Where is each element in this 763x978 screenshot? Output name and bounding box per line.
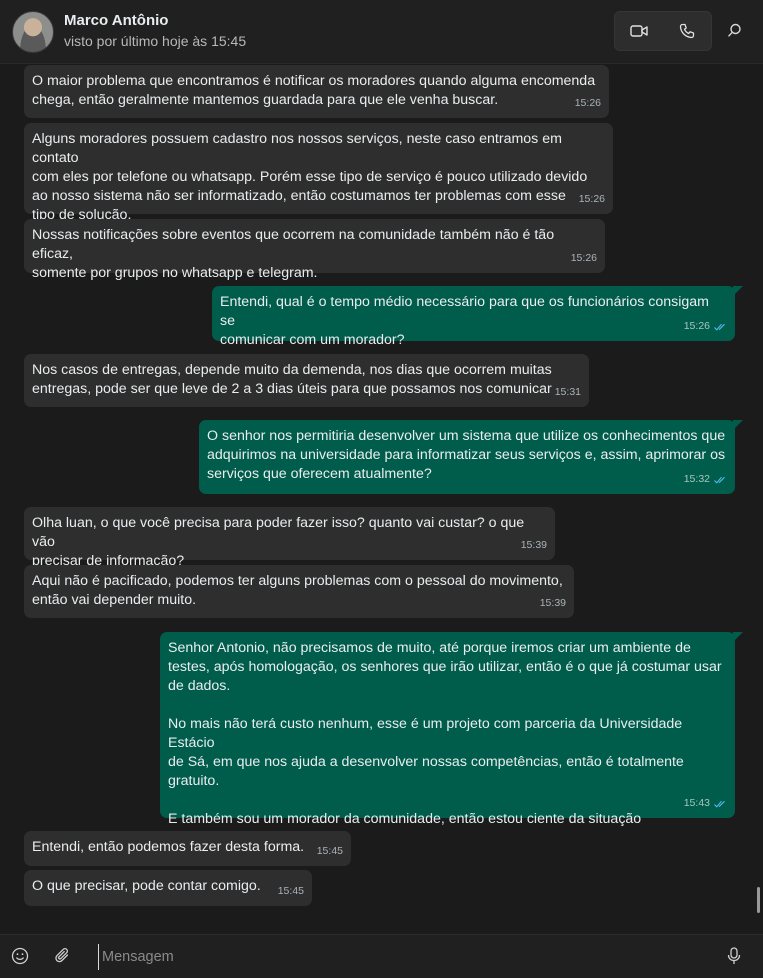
- message-bubble-incoming[interactable]: Alguns moradores possuem cadastro nos no…: [24, 123, 613, 223]
- avatar[interactable]: [12, 11, 54, 53]
- message-text: O senhor nos permitiria desenvolver um s…: [207, 428, 726, 482]
- message-bubble-incoming[interactable]: Olha luan, o que você precisa para poder…: [24, 507, 555, 569]
- message-bubble-incoming[interactable]: Nos casos de entregas, depende muito da …: [24, 354, 589, 407]
- contact-name[interactable]: Marco Antônio: [64, 12, 168, 29]
- search-icon: [727, 23, 742, 38]
- voice-call-button[interactable]: [663, 12, 711, 50]
- paperclip-icon: [54, 947, 72, 965]
- message-text: Senhor Antonio, não precisamos de muito,…: [168, 640, 722, 827]
- contact-status: visto por último hoje às 15:45: [64, 33, 247, 49]
- message-bubble-outgoing[interactable]: O senhor nos permitiria desenvolver um s…: [199, 420, 743, 494]
- message-bubble-outgoing[interactable]: Senhor Antonio, não precisamos de muito,…: [160, 632, 743, 827]
- message-input[interactable]: [98, 944, 704, 970]
- message-time: 15:32: [683, 473, 710, 485]
- voice-call-icon: [679, 23, 695, 39]
- scrollbar-thumb[interactable]: [757, 887, 760, 913]
- message-time: 15:43: [683, 797, 710, 809]
- search-button[interactable]: [718, 11, 750, 49]
- message-bubble-incoming[interactable]: Entendi, então podemos fazer desta forma…: [24, 831, 351, 866]
- message-time: 15:31: [554, 386, 581, 398]
- message-text: Entendi, então podemos fazer desta forma…: [32, 839, 305, 855]
- message-text: O maior problema que encontramos é notif…: [32, 73, 596, 108]
- call-button-group: [614, 11, 712, 51]
- message-time: 15:26: [578, 193, 605, 205]
- message-time: 15:26: [574, 97, 601, 109]
- message-bubble-incoming[interactable]: Nossas notificações sobre eventos que oc…: [24, 219, 605, 281]
- double-check-icon: [714, 476, 727, 484]
- video-call-button[interactable]: [615, 12, 663, 50]
- message-time: 15:45: [277, 885, 304, 897]
- video-call-icon: [630, 24, 648, 38]
- attach-button[interactable]: [48, 941, 78, 971]
- message-text: Alguns moradores possuem cadastro nos no…: [32, 131, 588, 223]
- message-bubble-incoming[interactable]: O maior problema que encontramos é notif…: [24, 65, 609, 118]
- message-bubble-incoming[interactable]: Aqui não é pacificado, podemos ter algun…: [24, 565, 574, 618]
- double-check-icon: [714, 800, 727, 808]
- message-time: 15:39: [539, 597, 566, 609]
- message-time: 15:39: [520, 539, 547, 551]
- message-text: Olha luan, o que você precisa para poder…: [32, 515, 525, 569]
- microphone-button[interactable]: [719, 941, 749, 971]
- emoji-icon: [11, 947, 29, 965]
- chat-messages-area[interactable]: O maior problema que encontramos é notif…: [0, 64, 763, 934]
- message-composer: [0, 934, 763, 978]
- double-check-icon: [714, 323, 727, 331]
- message-time: 15:26: [570, 252, 597, 264]
- chat-header: Marco Antônio visto por último hoje às 1…: [0, 0, 763, 64]
- message-text: Aqui não é pacificado, podemos ter algun…: [32, 573, 563, 608]
- message-text: Entendi, qual é o tempo médio necessário…: [220, 294, 709, 348]
- message-text: O que precisar, pode contar comigo.: [32, 878, 261, 894]
- message-bubble-outgoing[interactable]: Entendi, qual é o tempo médio necessário…: [212, 286, 743, 348]
- microphone-icon: [727, 947, 741, 965]
- message-bubble-incoming[interactable]: O que precisar, pode contar comigo. 15:4…: [24, 870, 312, 906]
- message-time: 15:26: [683, 320, 710, 332]
- emoji-button[interactable]: [5, 941, 35, 971]
- message-text: Nossas notificações sobre eventos que oc…: [32, 227, 555, 281]
- message-time: 15:45: [316, 845, 343, 857]
- message-text: Nos casos de entregas, depende muito da …: [32, 362, 552, 397]
